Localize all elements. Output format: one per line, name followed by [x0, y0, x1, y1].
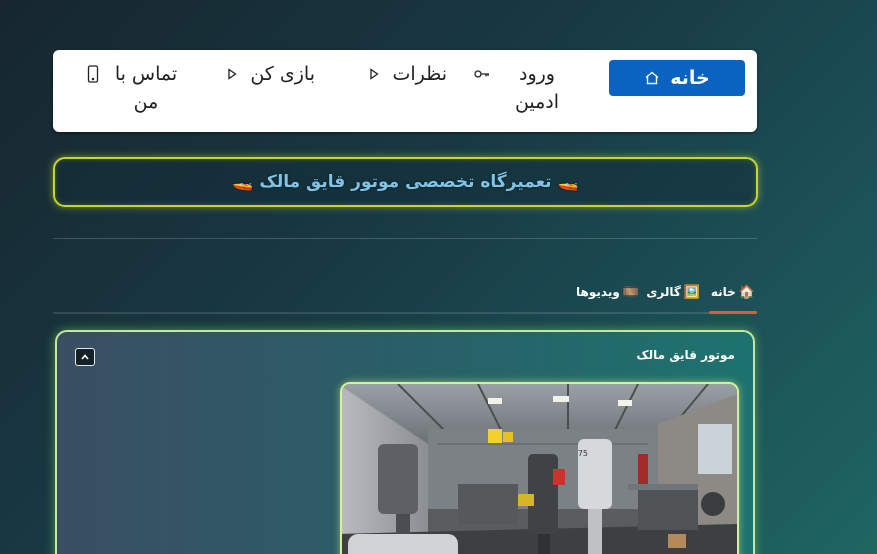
- tab-gallery-label: گالری: [646, 285, 681, 299]
- home-icon: [644, 64, 660, 92]
- section-divider: [53, 238, 757, 239]
- content-tabs: 🏠 خانه 🖼️ گالری 🎞️ ویدیوها: [53, 276, 758, 314]
- nav-item-contact-label: تماس با من: [114, 63, 178, 113]
- nav-item-reviews[interactable]: نظرات: [347, 60, 447, 96]
- nav-item-games[interactable]: بازی کن: [205, 60, 315, 96]
- phone-icon: [85, 60, 101, 88]
- house-icon: 🏠: [738, 284, 755, 300]
- tab-home[interactable]: 🏠 خانه: [708, 279, 758, 314]
- svg-text:75: 75: [578, 449, 588, 458]
- play-icon: [224, 60, 240, 88]
- card-title: موتور قایق مالک: [636, 348, 735, 362]
- nav-item-home[interactable]: خانه: [609, 60, 745, 96]
- main-nav: خانه ورود ادمین نظرات بازی کن تماس با من: [53, 50, 757, 132]
- collapse-button[interactable]: [75, 348, 95, 366]
- title-banner: 🚤 تعمیرگاه تخصصی موتور قایق مالک 🚤: [53, 157, 758, 207]
- tab-videos[interactable]: 🎞️ ویدیوها: [576, 279, 639, 305]
- tab-home-label: خانه: [710, 285, 736, 299]
- key-icon: [474, 60, 490, 88]
- nav-item-login[interactable]: ورود ادمین: [474, 60, 574, 113]
- content-card: موتور قایق مالک 75: [55, 330, 755, 554]
- picture-icon: 🖼️: [683, 284, 700, 300]
- workshop-photo: 75: [340, 382, 739, 554]
- play-icon: [366, 60, 382, 88]
- nav-item-login-label: ورود ادمین: [514, 63, 560, 113]
- nav-item-games-label: بازی کن: [250, 63, 315, 85]
- film-icon: 🎞️: [622, 284, 639, 300]
- nav-item-home-label: خانه: [670, 67, 710, 89]
- nav-item-contact[interactable]: تماس با من: [71, 60, 181, 113]
- tab-videos-label: ویدیوها: [576, 285, 620, 299]
- tab-gallery[interactable]: 🖼️ گالری: [646, 279, 700, 305]
- chevron-up-icon: [81, 354, 89, 360]
- nav-item-reviews-label: نظرات: [392, 63, 447, 85]
- workshop-illustration: 75: [342, 384, 737, 554]
- banner-title: 🚤 تعمیرگاه تخصصی موتور قایق مالک 🚤: [232, 172, 579, 192]
